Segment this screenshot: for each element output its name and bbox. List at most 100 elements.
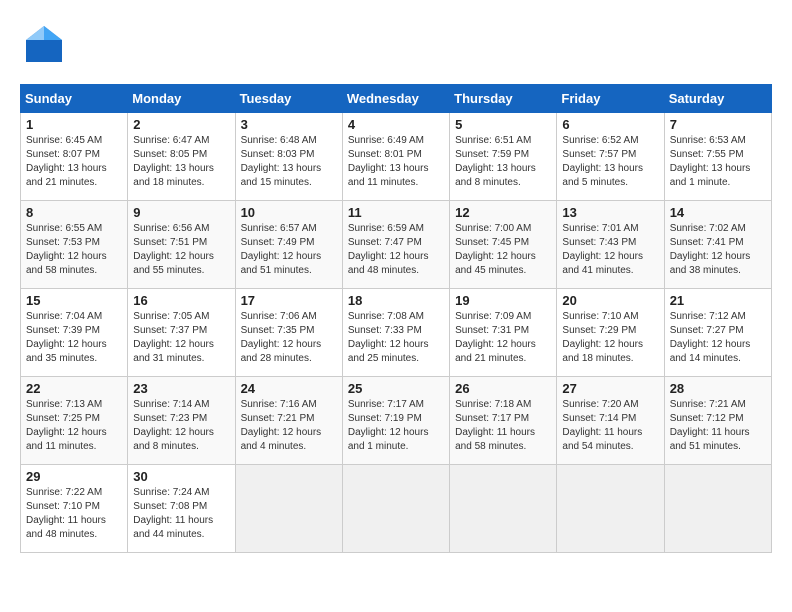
day-info: Sunrise: 7:05 AMSunset: 7:37 PMDaylight:… bbox=[133, 310, 229, 366]
calendar-header-row: Sunday Monday Tuesday Wednesday Thursday… bbox=[21, 85, 772, 113]
calendar-day-cell: 28 Sunrise: 7:21 AMSunset: 7:12 PMDayligh… bbox=[664, 377, 771, 465]
day-info: Sunrise: 6:47 AMSunset: 8:05 PMDaylight:… bbox=[133, 134, 229, 190]
day-number: 15 bbox=[26, 293, 122, 308]
calendar-day-cell: 16 Sunrise: 7:05 AMSunset: 7:37 PMDayligh… bbox=[128, 289, 235, 377]
day-number: 23 bbox=[133, 381, 229, 396]
day-number: 8 bbox=[26, 205, 122, 220]
day-info: Sunrise: 7:13 AMSunset: 7:25 PMDaylight:… bbox=[26, 398, 122, 454]
logo-icon bbox=[20, 20, 68, 68]
day-info: Sunrise: 7:16 AMSunset: 7:21 PMDaylight:… bbox=[241, 398, 337, 454]
day-info: Sunrise: 6:48 AMSunset: 8:03 PMDaylight:… bbox=[241, 134, 337, 190]
col-saturday: Saturday bbox=[664, 85, 771, 113]
calendar-day-cell: 14 Sunrise: 7:02 AMSunset: 7:41 PMDayligh… bbox=[664, 201, 771, 289]
calendar-day-cell: 17 Sunrise: 7:06 AMSunset: 7:35 PMDayligh… bbox=[235, 289, 342, 377]
calendar-day-cell: 27 Sunrise: 7:20 AMSunset: 7:14 PMDayligh… bbox=[557, 377, 664, 465]
day-info: Sunrise: 6:45 AMSunset: 8:07 PMDaylight:… bbox=[26, 134, 122, 190]
calendar-week-row: 22 Sunrise: 7:13 AMSunset: 7:25 PMDayligh… bbox=[21, 377, 772, 465]
day-number: 22 bbox=[26, 381, 122, 396]
calendar-day-cell: 9 Sunrise: 6:56 AMSunset: 7:51 PMDaylight… bbox=[128, 201, 235, 289]
calendar-day-cell: 8 Sunrise: 6:55 AMSunset: 7:53 PMDaylight… bbox=[21, 201, 128, 289]
day-number: 18 bbox=[348, 293, 444, 308]
day-info: Sunrise: 7:21 AMSunset: 7:12 PMDaylight:… bbox=[670, 398, 766, 454]
calendar-week-row: 1 Sunrise: 6:45 AMSunset: 8:07 PMDaylight… bbox=[21, 113, 772, 201]
day-info: Sunrise: 7:04 AMSunset: 7:39 PMDaylight:… bbox=[26, 310, 122, 366]
day-number: 26 bbox=[455, 381, 551, 396]
day-info: Sunrise: 7:14 AMSunset: 7:23 PMDaylight:… bbox=[133, 398, 229, 454]
day-number: 11 bbox=[348, 205, 444, 220]
day-number: 17 bbox=[241, 293, 337, 308]
calendar-day-cell: 25Sunrise: 7:17 AMSunset: 7:19 PMDayligh… bbox=[342, 377, 449, 465]
calendar-day-cell: 29 Sunrise: 7:22 AMSunset: 7:10 PMDayligh… bbox=[21, 465, 128, 553]
calendar-week-row: 29 Sunrise: 7:22 AMSunset: 7:10 PMDayligh… bbox=[21, 465, 772, 553]
day-info: Sunrise: 7:10 AMSunset: 7:29 PMDaylight:… bbox=[562, 310, 658, 366]
day-info: Sunrise: 6:51 AMSunset: 7:59 PMDaylight:… bbox=[455, 134, 551, 190]
logo bbox=[20, 20, 72, 68]
calendar-day-cell bbox=[235, 465, 342, 553]
calendar-day-cell: 22 Sunrise: 7:13 AMSunset: 7:25 PMDayligh… bbox=[21, 377, 128, 465]
calendar-day-cell: 5 Sunrise: 6:51 AMSunset: 7:59 PMDaylight… bbox=[450, 113, 557, 201]
calendar-day-cell: 3 Sunrise: 6:48 AMSunset: 8:03 PMDaylight… bbox=[235, 113, 342, 201]
day-info: Sunrise: 7:24 AMSunset: 7:08 PMDaylight:… bbox=[133, 486, 229, 542]
calendar-day-cell: 13 Sunrise: 7:01 AMSunset: 7:43 PMDayligh… bbox=[557, 201, 664, 289]
calendar-day-cell: 2 Sunrise: 6:47 AMSunset: 8:05 PMDaylight… bbox=[128, 113, 235, 201]
day-number: 27 bbox=[562, 381, 658, 396]
calendar-day-cell: 4 Sunrise: 6:49 AMSunset: 8:01 PMDaylight… bbox=[342, 113, 449, 201]
day-number: 10 bbox=[241, 205, 337, 220]
calendar-day-cell: 15 Sunrise: 7:04 AMSunset: 7:39 PMDayligh… bbox=[21, 289, 128, 377]
day-info: Sunrise: 6:49 AMSunset: 8:01 PMDaylight:… bbox=[348, 134, 444, 190]
calendar-day-cell: 18Sunrise: 7:08 AMSunset: 7:33 PMDayligh… bbox=[342, 289, 449, 377]
day-number: 2 bbox=[133, 117, 229, 132]
day-info: Sunrise: 7:20 AMSunset: 7:14 PMDaylight:… bbox=[562, 398, 658, 454]
day-number: 20 bbox=[562, 293, 658, 308]
calendar-week-row: 15 Sunrise: 7:04 AMSunset: 7:39 PMDayligh… bbox=[21, 289, 772, 377]
day-info: Sunrise: 7:18 AMSunset: 7:17 PMDaylight:… bbox=[455, 398, 551, 454]
day-info: Sunrise: 7:22 AMSunset: 7:10 PMDaylight:… bbox=[26, 486, 122, 542]
day-info: Sunrise: 6:55 AMSunset: 7:53 PMDaylight:… bbox=[26, 222, 122, 278]
day-info: Sunrise: 7:01 AMSunset: 7:43 PMDaylight:… bbox=[562, 222, 658, 278]
day-number: 28 bbox=[670, 381, 766, 396]
day-number: 9 bbox=[133, 205, 229, 220]
calendar-day-cell: 11Sunrise: 6:59 AMSunset: 7:47 PMDayligh… bbox=[342, 201, 449, 289]
day-info: Sunrise: 7:02 AMSunset: 7:41 PMDaylight:… bbox=[670, 222, 766, 278]
day-info: Sunrise: 6:53 AMSunset: 7:55 PMDaylight:… bbox=[670, 134, 766, 190]
calendar-day-cell: 23 Sunrise: 7:14 AMSunset: 7:23 PMDayligh… bbox=[128, 377, 235, 465]
calendar-day-cell: 21 Sunrise: 7:12 AMSunset: 7:27 PMDayligh… bbox=[664, 289, 771, 377]
calendar-day-cell: 24 Sunrise: 7:16 AMSunset: 7:21 PMDayligh… bbox=[235, 377, 342, 465]
calendar-day-cell: 19 Sunrise: 7:09 AMSunset: 7:31 PMDayligh… bbox=[450, 289, 557, 377]
col-sunday: Sunday bbox=[21, 85, 128, 113]
col-wednesday: Wednesday bbox=[342, 85, 449, 113]
day-info: Sunrise: 7:09 AMSunset: 7:31 PMDaylight:… bbox=[455, 310, 551, 366]
day-number: 24 bbox=[241, 381, 337, 396]
calendar-day-cell bbox=[557, 465, 664, 553]
day-info: Sunrise: 7:12 AMSunset: 7:27 PMDaylight:… bbox=[670, 310, 766, 366]
day-number: 14 bbox=[670, 205, 766, 220]
calendar-week-row: 8 Sunrise: 6:55 AMSunset: 7:53 PMDaylight… bbox=[21, 201, 772, 289]
day-number: 6 bbox=[562, 117, 658, 132]
day-number: 13 bbox=[562, 205, 658, 220]
day-number: 19 bbox=[455, 293, 551, 308]
col-friday: Friday bbox=[557, 85, 664, 113]
day-info: Sunrise: 6:57 AMSunset: 7:49 PMDaylight:… bbox=[241, 222, 337, 278]
col-monday: Monday bbox=[128, 85, 235, 113]
day-number: 4 bbox=[348, 117, 444, 132]
calendar-table: Sunday Monday Tuesday Wednesday Thursday… bbox=[20, 84, 772, 553]
day-number: 29 bbox=[26, 469, 122, 484]
calendar-day-cell bbox=[342, 465, 449, 553]
day-number: 3 bbox=[241, 117, 337, 132]
calendar-day-cell bbox=[664, 465, 771, 553]
day-info: Sunrise: 6:56 AMSunset: 7:51 PMDaylight:… bbox=[133, 222, 229, 278]
calendar-day-cell bbox=[450, 465, 557, 553]
day-number: 30 bbox=[133, 469, 229, 484]
day-number: 21 bbox=[670, 293, 766, 308]
calendar-day-cell: 10 Sunrise: 6:57 AMSunset: 7:49 PMDayligh… bbox=[235, 201, 342, 289]
day-info: Sunrise: 7:00 AMSunset: 7:45 PMDaylight:… bbox=[455, 222, 551, 278]
calendar-day-cell: 6 Sunrise: 6:52 AMSunset: 7:57 PMDaylight… bbox=[557, 113, 664, 201]
day-info: Sunrise: 6:52 AMSunset: 7:57 PMDaylight:… bbox=[562, 134, 658, 190]
day-number: 1 bbox=[26, 117, 122, 132]
day-info: Sunrise: 7:17 AMSunset: 7:19 PMDaylight:… bbox=[348, 398, 444, 454]
day-info: Sunrise: 7:06 AMSunset: 7:35 PMDaylight:… bbox=[241, 310, 337, 366]
col-tuesday: Tuesday bbox=[235, 85, 342, 113]
day-number: 16 bbox=[133, 293, 229, 308]
day-number: 5 bbox=[455, 117, 551, 132]
calendar-day-cell: 20 Sunrise: 7:10 AMSunset: 7:29 PMDayligh… bbox=[557, 289, 664, 377]
